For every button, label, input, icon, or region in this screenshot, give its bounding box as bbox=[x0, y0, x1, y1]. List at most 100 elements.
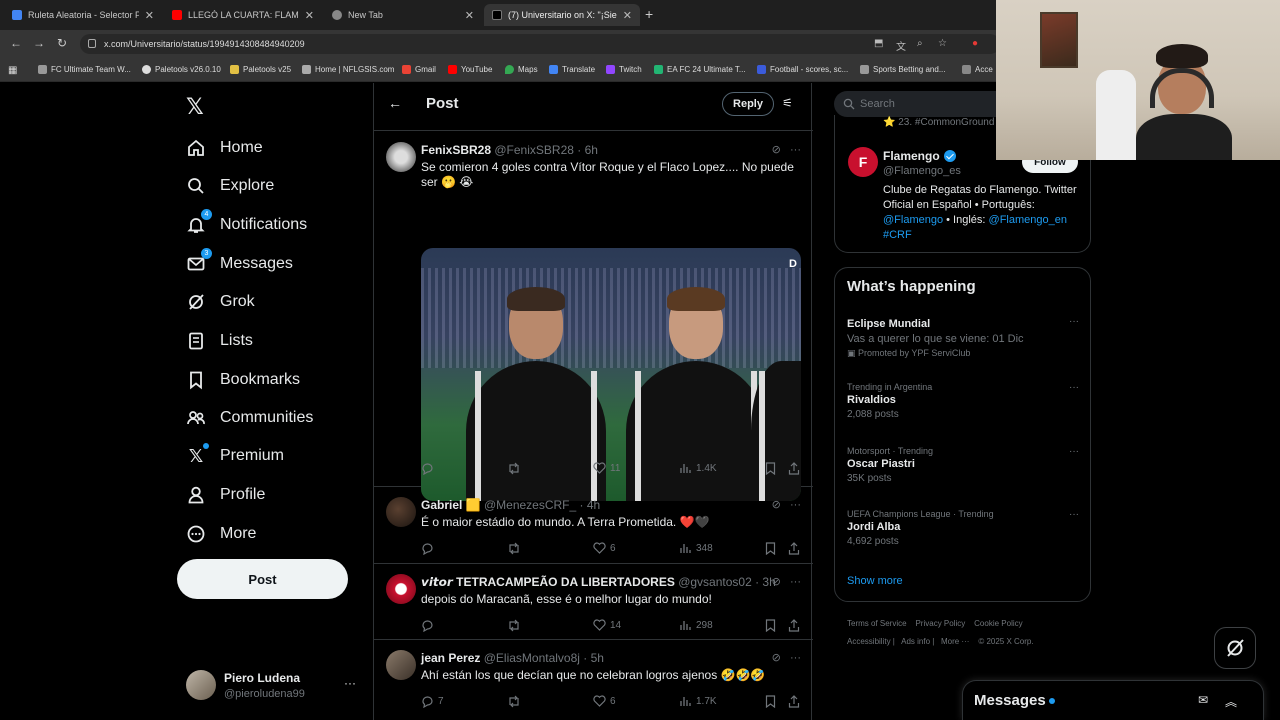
close-tab-icon[interactable]: ✕ bbox=[305, 9, 314, 22]
repost-action[interactable] bbox=[507, 695, 525, 708]
repost-action[interactable] bbox=[507, 462, 525, 475]
bookmark-item[interactable]: Maps bbox=[505, 65, 538, 74]
footer-link[interactable]: Ads info bbox=[901, 637, 930, 646]
reply-tweet[interactable]: FenixSBR28 @FenixSBR28 · 6h ⊘ ··· Se com… bbox=[374, 132, 813, 501]
expand-chevron-icon[interactable]: ︽ bbox=[1225, 693, 1237, 710]
bookmark-item[interactable]: Paletools v25 bbox=[230, 65, 291, 74]
views-action[interactable]: 298 bbox=[679, 619, 713, 631]
nav-item-grok[interactable]: Grok bbox=[186, 289, 255, 315]
back-arrow-icon[interactable]: ← bbox=[388, 95, 402, 111]
show-more-link[interactable]: Show more bbox=[847, 575, 903, 587]
new-message-icon[interactable]: ✉ bbox=[1198, 693, 1208, 707]
grok-icon[interactable]: ⊘ bbox=[772, 652, 781, 664]
browser-tab-universitario[interactable]: (7) Universitario on X: "¡Siempr... ✕ bbox=[484, 4, 640, 26]
mention-link[interactable]: @Flamengo_en bbox=[989, 214, 1067, 226]
nav-item-communities[interactable]: Communities bbox=[186, 405, 313, 431]
site-info-icon[interactable] bbox=[88, 39, 96, 48]
mention-link[interactable]: @Flamengo bbox=[883, 214, 943, 226]
trend-item[interactable]: Motorsport · Trending Oscar Piastri 35K … bbox=[847, 446, 1079, 484]
views-action[interactable]: 1.7K bbox=[679, 695, 717, 707]
browser-tab-ruleta[interactable]: Ruleta Aleatoria - Selector Pers... ✕ bbox=[4, 4, 162, 26]
avatar[interactable] bbox=[386, 142, 416, 172]
browser-tab-flamengo[interactable]: LLEGÓ LA CUARTA: FLAMENGO... ✕ bbox=[164, 4, 322, 26]
bookmark-item[interactable]: FC Ultimate Team W... bbox=[38, 65, 131, 74]
footer-link[interactable]: More ··· bbox=[941, 637, 969, 646]
messages-drawer[interactable]: Messages ✉ ︽ bbox=[962, 680, 1264, 720]
bookmark-item[interactable]: Paletools v26.0.10 bbox=[142, 65, 221, 74]
bookmark-item[interactable]: Twitch bbox=[606, 65, 642, 74]
browser-tab-newtab[interactable]: New Tab ✕ bbox=[324, 4, 482, 26]
more-dots-icon[interactable]: ··· bbox=[1069, 446, 1079, 457]
reply-action[interactable]: 7 bbox=[421, 695, 444, 708]
like-action[interactable]: 11 bbox=[593, 462, 620, 474]
more-dots-icon[interactable]: ··· bbox=[344, 676, 356, 690]
more-dots-icon[interactable]: ··· bbox=[790, 499, 801, 511]
close-tab-icon[interactable]: ✕ bbox=[465, 9, 474, 22]
forward-icon[interactable]: → bbox=[33, 36, 45, 50]
nav-item-bookmarks[interactable]: Bookmarks bbox=[186, 367, 300, 393]
like-action[interactable]: 14 bbox=[593, 619, 621, 631]
tweet-author[interactable]: Gabriel 🟨 @MenezesCRF_ · 4h bbox=[421, 498, 600, 512]
bookmark-item[interactable]: Football - scores, sc... bbox=[757, 65, 848, 74]
nav-item-notifications[interactable]: 4 Notifications bbox=[186, 209, 307, 238]
footer-link[interactable]: Accessibility bbox=[847, 637, 891, 646]
more-dots-icon[interactable]: ··· bbox=[790, 576, 801, 588]
post-button[interactable]: Post bbox=[177, 559, 348, 599]
bookmark-action[interactable] bbox=[765, 542, 780, 555]
trend-item[interactable]: Eclipse Mundial Vas a querer lo que se v… bbox=[847, 316, 1079, 359]
grok-icon[interactable]: ⊘ bbox=[772, 576, 781, 588]
flamengo-avatar[interactable]: F bbox=[848, 147, 878, 177]
grok-floating-button[interactable] bbox=[1214, 627, 1256, 669]
reply-tweet[interactable]: 𝙫𝙞𝙩𝙤𝙧 TETRACAMPEÃO DA LIBERTADORES @gvsa… bbox=[374, 564, 813, 640]
footer-link[interactable]: Cookie Policy bbox=[974, 619, 1022, 628]
zoom-icon[interactable]: ⌕ bbox=[917, 38, 923, 49]
bookmark-item[interactable]: EA FC 24 Ultimate T... bbox=[654, 65, 746, 74]
filter-settings-icon[interactable]: ⚟ bbox=[782, 96, 793, 110]
nav-item-more[interactable]: More bbox=[186, 521, 256, 547]
share-action[interactable] bbox=[788, 542, 804, 555]
share-action[interactable] bbox=[788, 695, 804, 708]
like-action[interactable]: 6 bbox=[593, 695, 616, 707]
more-dots-icon[interactable]: ··· bbox=[1069, 382, 1079, 393]
avatar[interactable] bbox=[386, 650, 416, 680]
reply-tweet[interactable]: jean Perez @EliasMontalvo8j · 5h ⊘ ··· A… bbox=[374, 640, 813, 720]
reply-action[interactable] bbox=[421, 542, 438, 555]
nav-item-premium[interactable]: 𝕏 Premium bbox=[186, 443, 284, 469]
close-tab-icon[interactable]: ✕ bbox=[623, 9, 632, 22]
translate-icon[interactable]: 文 bbox=[896, 38, 906, 53]
reload-icon[interactable]: ↻ bbox=[57, 36, 67, 50]
trend-item[interactable]: Trending in Argentina Rivaldios 2,088 po… bbox=[847, 382, 1079, 420]
reply-action[interactable] bbox=[421, 462, 438, 475]
tweet-author[interactable]: 𝙫𝙞𝙩𝙤𝙧 TETRACAMPEÃO DA LIBERTADORES @gvsa… bbox=[421, 575, 776, 589]
tweet-author[interactable]: FenixSBR28 @FenixSBR28 · 6h bbox=[421, 143, 598, 157]
bookmark-action[interactable] bbox=[765, 695, 780, 708]
reply-action[interactable] bbox=[421, 619, 438, 632]
footer-link[interactable]: Privacy Policy bbox=[915, 619, 965, 628]
more-dots-icon[interactable]: ··· bbox=[1069, 509, 1079, 520]
x-logo-icon[interactable]: 𝕏 bbox=[186, 94, 204, 120]
avatar[interactable] bbox=[386, 497, 416, 527]
share-action[interactable] bbox=[788, 462, 804, 475]
footer-link[interactable]: Terms of Service bbox=[847, 619, 907, 628]
tweet-author[interactable]: jean Perez @EliasMontalvo8j · 5h bbox=[421, 651, 604, 665]
close-tab-icon[interactable]: ✕ bbox=[145, 9, 154, 22]
repost-action[interactable] bbox=[507, 619, 525, 632]
share-action[interactable] bbox=[788, 619, 804, 632]
reply-button[interactable]: Reply bbox=[722, 92, 774, 116]
bookmark-action[interactable] bbox=[765, 462, 780, 475]
views-action[interactable]: 348 bbox=[679, 542, 713, 554]
more-dots-icon[interactable]: ··· bbox=[1069, 316, 1079, 327]
like-action[interactable]: 6 bbox=[593, 542, 616, 554]
more-dots-icon[interactable]: ··· bbox=[790, 144, 801, 156]
bookmark-item[interactable]: Sports Betting and... bbox=[860, 65, 946, 74]
bookmark-item[interactable]: Home | NFLGSIS.com bbox=[302, 65, 394, 74]
apps-grid-icon[interactable]: ▦ bbox=[8, 65, 17, 76]
grok-icon[interactable]: ⊘ bbox=[772, 144, 781, 156]
grok-icon[interactable]: ⊘ bbox=[772, 499, 781, 511]
extension-icon[interactable]: ● bbox=[972, 38, 978, 49]
nav-item-profile[interactable]: Profile bbox=[186, 482, 265, 508]
bookmark-star-icon[interactable]: ☆ bbox=[938, 38, 947, 49]
more-dots-icon[interactable]: ··· bbox=[790, 652, 801, 664]
views-action[interactable]: 1.4K bbox=[679, 462, 717, 474]
nav-item-messages[interactable]: 3 Messages bbox=[186, 248, 293, 277]
